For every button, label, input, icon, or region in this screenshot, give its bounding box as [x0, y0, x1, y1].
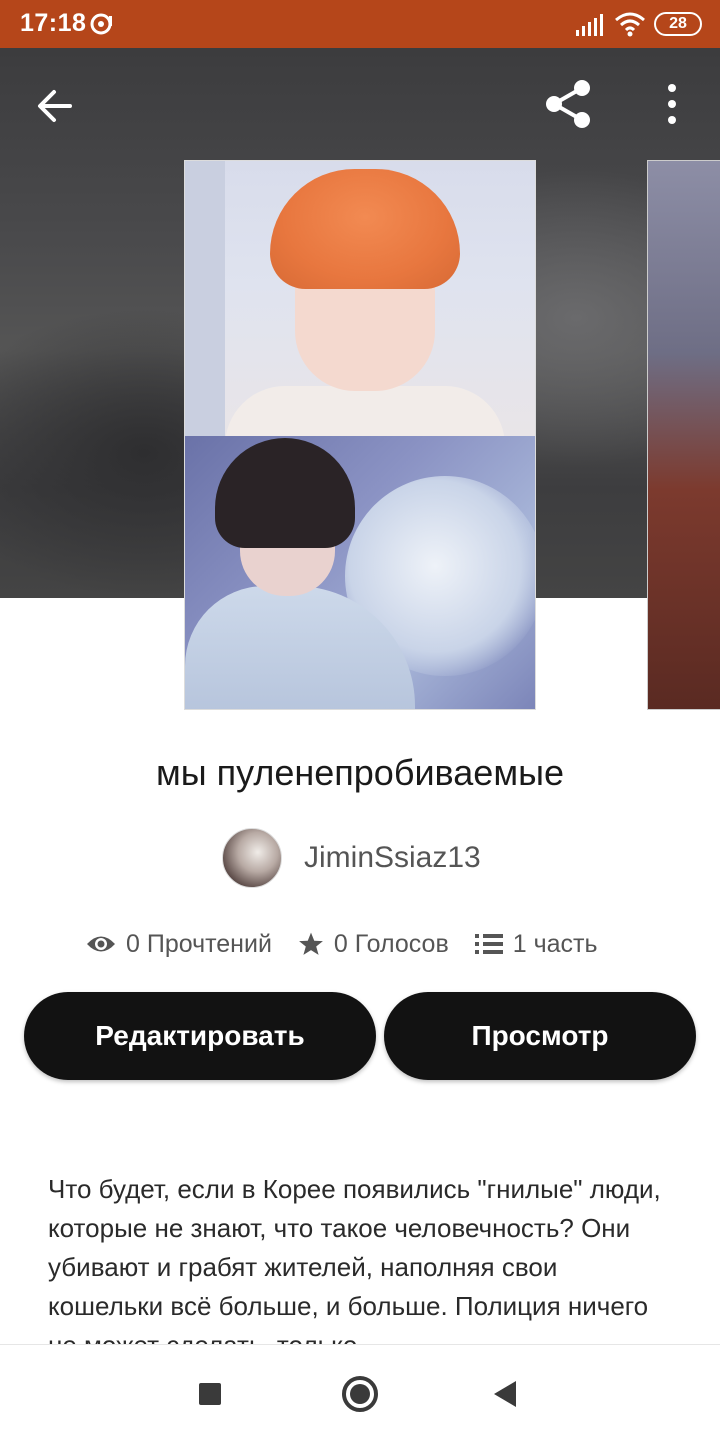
- votes-stat: 0 Голосов: [298, 930, 449, 959]
- cover-bottom-portrait: [185, 436, 535, 709]
- author-row[interactable]: JiminSsiaz13: [222, 828, 481, 888]
- story-description: Что будет, если в Корее появились "гнилы…: [48, 1174, 661, 1344]
- author-name[interactable]: JiminSsiaz13: [304, 841, 481, 875]
- system-nav-bar: [0, 1344, 720, 1440]
- eye-icon: [87, 936, 115, 952]
- list-icon: [474, 934, 503, 954]
- cover-hair-2: [215, 438, 355, 548]
- notification-icon: [90, 13, 112, 35]
- cover-hair: [270, 169, 460, 289]
- edit-button[interactable]: Редактировать: [24, 992, 376, 1080]
- arrow-left-icon[interactable]: [30, 80, 82, 132]
- cover-top-portrait: [185, 161, 535, 446]
- story-stats: 0 Прочтений 0 Голосов 1 часть: [86, 922, 598, 966]
- avatar[interactable]: [222, 828, 282, 888]
- battery-indicator: 28: [654, 12, 702, 36]
- votes-count: 0 Голосов: [333, 929, 449, 958]
- reads-stat: 0 Прочтений: [86, 930, 272, 959]
- parts-count: 1 часть: [512, 929, 598, 958]
- view-button[interactable]: Просмотр: [384, 992, 696, 1080]
- parts-stat: 1 часть: [474, 929, 598, 959]
- square-icon[interactable]: [199, 1383, 221, 1405]
- story-cover-image[interactable]: [184, 160, 536, 710]
- star-icon: [299, 932, 323, 955]
- reads-count: 0 Прочтений: [126, 929, 272, 958]
- wifi-icon: [615, 12, 645, 37]
- cover-wall: [185, 161, 225, 436]
- story-title: мы пуленепробиваемые: [156, 752, 564, 793]
- next-cover-image[interactable]: [647, 160, 720, 710]
- triangle-back-icon[interactable]: [494, 1381, 516, 1407]
- status-time: 17:18: [20, 9, 87, 37]
- share-icon[interactable]: [540, 76, 596, 132]
- status-bar: 17:18 28: [0, 0, 720, 48]
- signal-icon: [576, 14, 603, 36]
- circle-home-icon[interactable]: [342, 1376, 378, 1412]
- more-vertical-icon[interactable]: [654, 82, 690, 126]
